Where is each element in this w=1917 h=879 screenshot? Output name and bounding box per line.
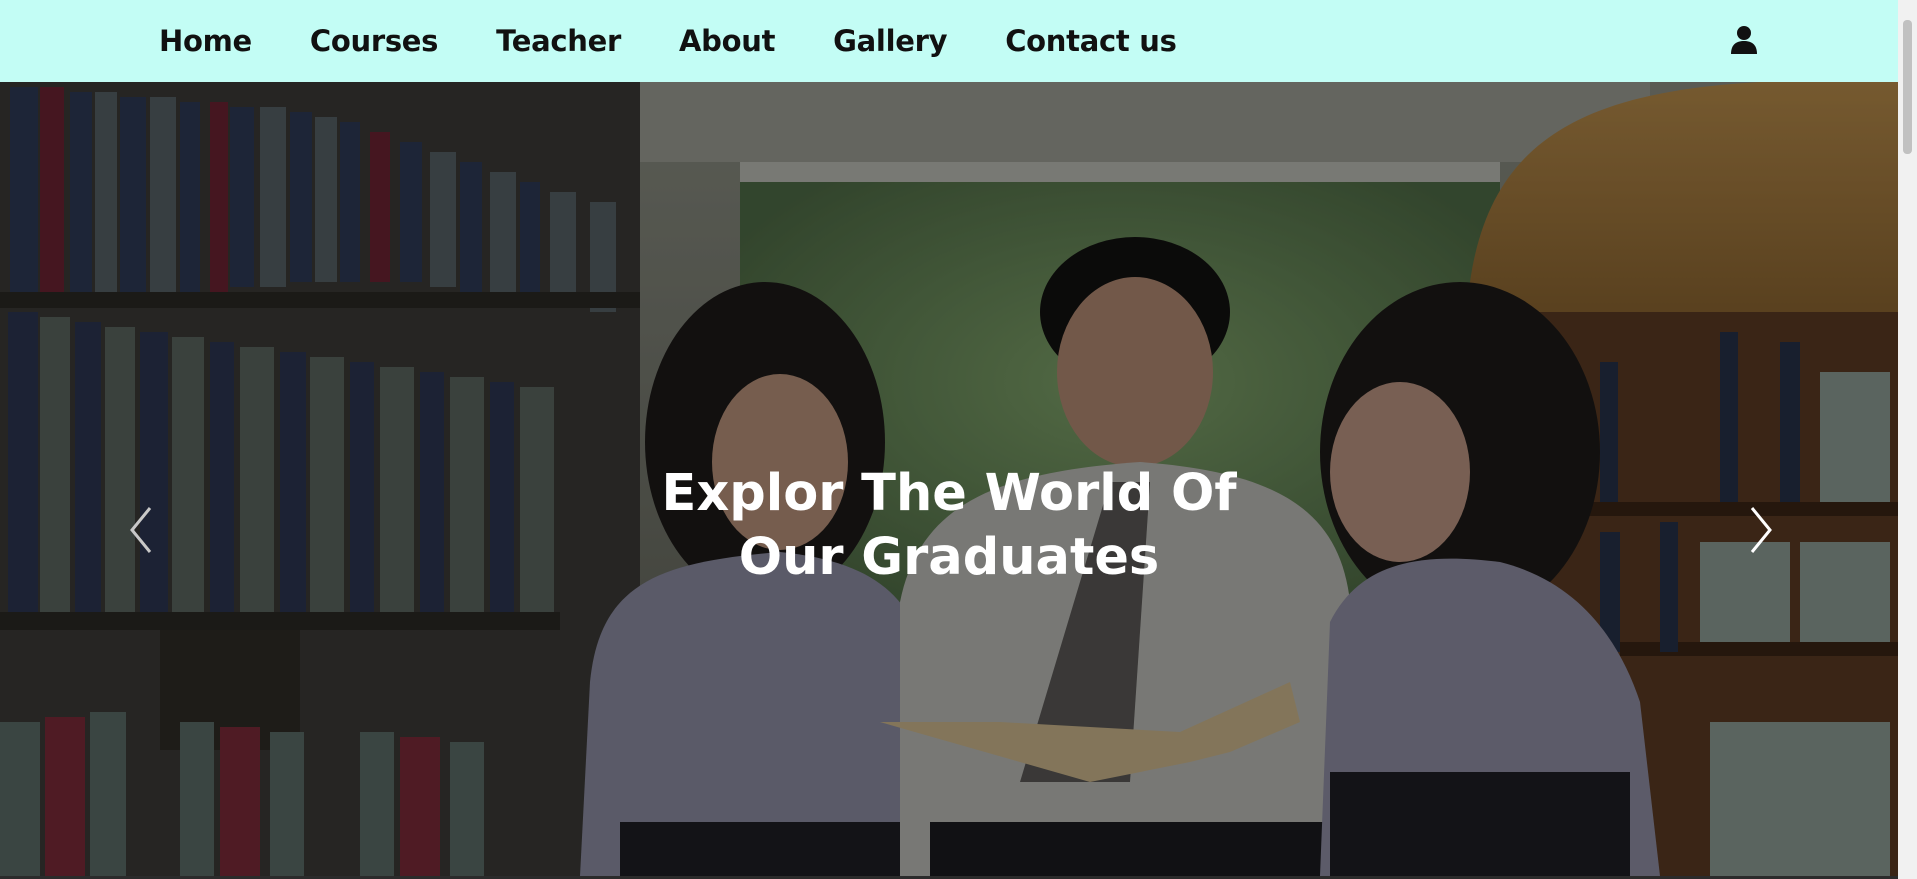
hero-title-line-2: Our Graduates [738,528,1160,587]
hero-title-line-1: Explor The World Of [661,464,1237,523]
nav-link-courses[interactable]: Courses [310,24,439,58]
hero-carousel: Explor The World Of Our Graduates [0,82,1898,876]
top-navbar: Home Courses Teacher About Gallery Conta… [0,0,1898,82]
nav-link-gallery[interactable]: Gallery [833,24,947,58]
nav-link-teacher[interactable]: Teacher [496,24,621,58]
nav-link-about[interactable]: About [679,24,775,58]
nav-link-contact-us[interactable]: Contact us [1005,24,1177,58]
user-icon[interactable] [1728,24,1760,56]
scrollbar-thumb[interactable] [1903,20,1912,154]
page-scrollbar[interactable] [1898,0,1917,879]
hero-title: Explor The World Of Our Graduates [0,462,1898,590]
chevron-right-icon[interactable] [1740,500,1780,560]
nav-link-home[interactable]: Home [159,24,252,58]
chevron-left-icon[interactable] [122,500,162,560]
nav-links: Home Courses Teacher About Gallery Conta… [159,24,1235,58]
